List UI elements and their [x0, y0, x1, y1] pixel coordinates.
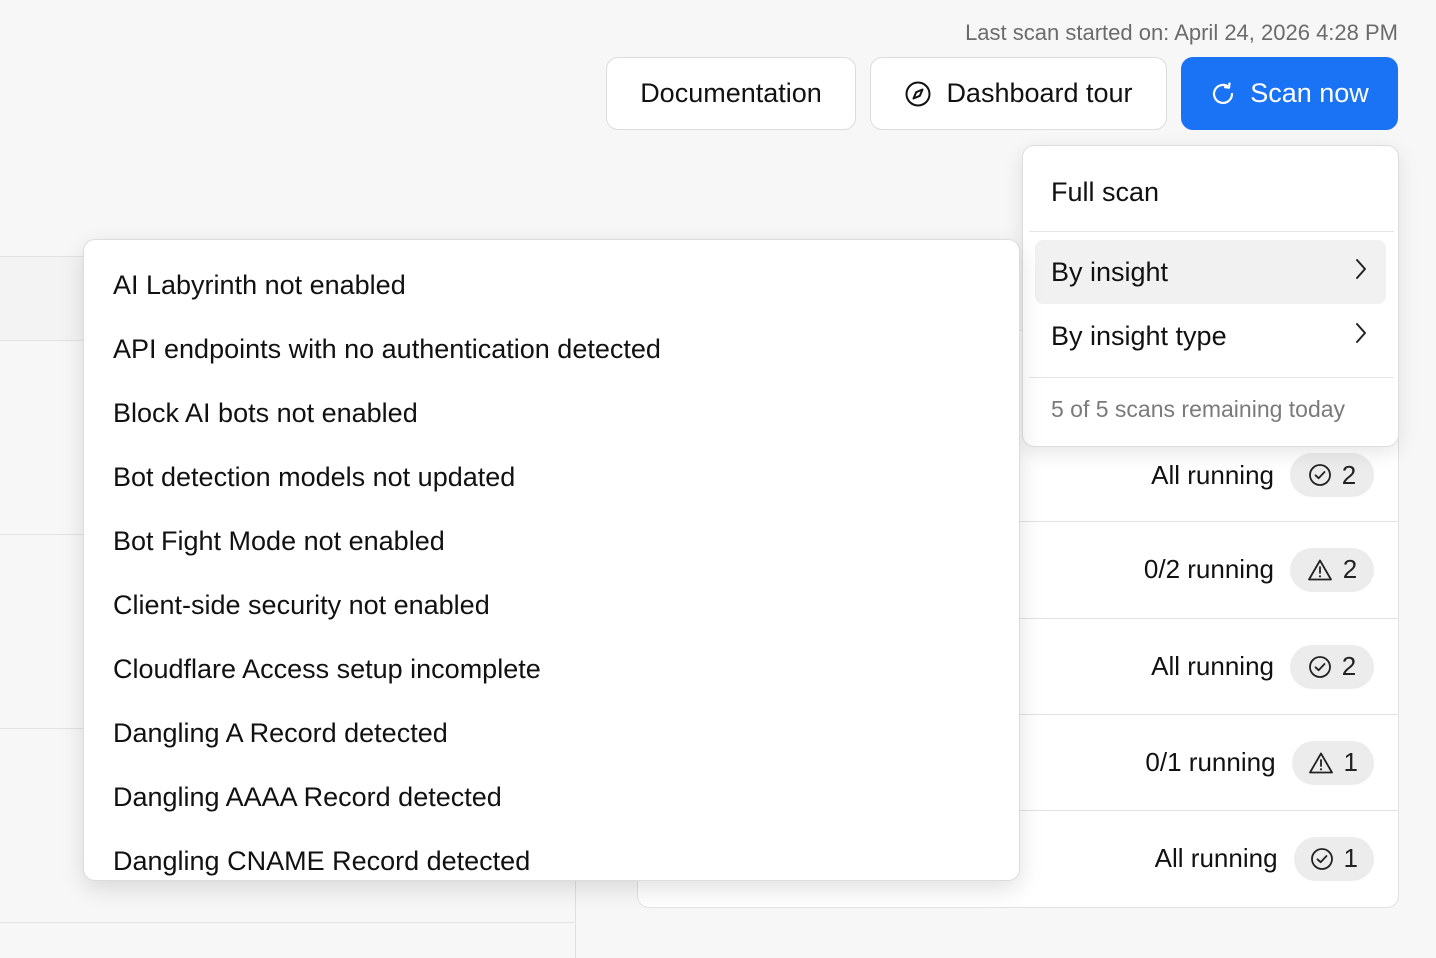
status-pill[interactable]: 2 [1290, 644, 1374, 689]
status-pill[interactable]: 2 [1290, 547, 1374, 592]
menu-item-full-scan[interactable]: Full scan [1035, 160, 1386, 224]
insight-option[interactable]: Cloudflare Access setup incomplete [84, 637, 1019, 701]
status-text: All running [1151, 459, 1274, 490]
status-text: 0/1 running [1145, 747, 1276, 777]
insight-option[interactable]: Bot detection models not updated [84, 445, 1019, 509]
status-text: All running [1151, 651, 1274, 681]
header-actions: Documentation Dashboard tour Scan now [606, 57, 1398, 130]
menu-item-by-insight-type[interactable]: By insight type [1035, 304, 1386, 368]
insight-submenu: AI Labyrinth not enabled API endpoints w… [83, 239, 1020, 881]
warning-triangle-icon [1307, 558, 1333, 582]
insight-option[interactable]: Dangling CNAME Record detected [84, 829, 1019, 880]
insight-option[interactable]: Dangling A Record detected [84, 701, 1019, 765]
full-scan-label: Full scan [1051, 176, 1160, 207]
insight-option[interactable]: AI Labyrinth not enabled [84, 253, 1019, 317]
scans-remaining-text: 5 of 5 scans remaining today [1051, 396, 1346, 422]
dashboard-tour-label: Dashboard tour [946, 78, 1133, 108]
status-count: 2 [1342, 554, 1358, 584]
status-count: 1 [1343, 747, 1358, 777]
insight-option[interactable]: Bot Fight Mode not enabled [84, 509, 1019, 573]
insight-option[interactable]: Client-side security not enabled [84, 573, 1019, 637]
status-count: 1 [1343, 843, 1358, 873]
check-circle-icon [1310, 847, 1334, 871]
insight-option[interactable]: Block AI bots not enabled [84, 381, 1019, 445]
page: Last scan started on: April 24, 2026 4:2… [0, 0, 1436, 958]
insight-option[interactable]: Dangling AAAA Record detected [84, 765, 1019, 829]
menu-item-by-insight[interactable]: By insight [1035, 240, 1386, 304]
check-circle-icon [1308, 655, 1332, 679]
check-circle-icon [1308, 463, 1332, 487]
status-text: All running [1154, 843, 1278, 873]
scan-now-button[interactable]: Scan now [1181, 57, 1398, 130]
scan-dropdown-menu: Full scan By insight By insight type 5 o… [1022, 145, 1399, 447]
compass-icon [904, 80, 932, 108]
status-pill[interactable]: 1 [1293, 836, 1374, 881]
refresh-icon [1210, 81, 1236, 107]
status-pill[interactable]: 1 [1291, 740, 1374, 785]
status-text: 0/2 running [1143, 554, 1274, 584]
chevron-right-icon [1352, 320, 1370, 353]
scan-now-label: Scan now [1250, 78, 1369, 108]
table-divider [0, 922, 576, 923]
by-insight-type-label: By insight type [1051, 320, 1227, 351]
status-count: 2 [1341, 459, 1357, 490]
menu-divider [1029, 231, 1394, 232]
warning-triangle-icon [1308, 751, 1334, 775]
menu-divider [1029, 377, 1394, 378]
dashboard-tour-button[interactable]: Dashboard tour [870, 57, 1167, 130]
last-scan-text: Last scan started on: April 24, 2026 4:2… [965, 20, 1398, 45]
status-count: 2 [1341, 651, 1357, 681]
documentation-label: Documentation [640, 78, 822, 108]
insight-option[interactable]: API endpoints with no authentication det… [84, 317, 1019, 381]
by-insight-label: By insight [1051, 256, 1169, 287]
chevron-right-icon [1352, 256, 1370, 289]
documentation-button[interactable]: Documentation [606, 57, 856, 130]
status-pill[interactable]: 2 [1290, 453, 1374, 497]
